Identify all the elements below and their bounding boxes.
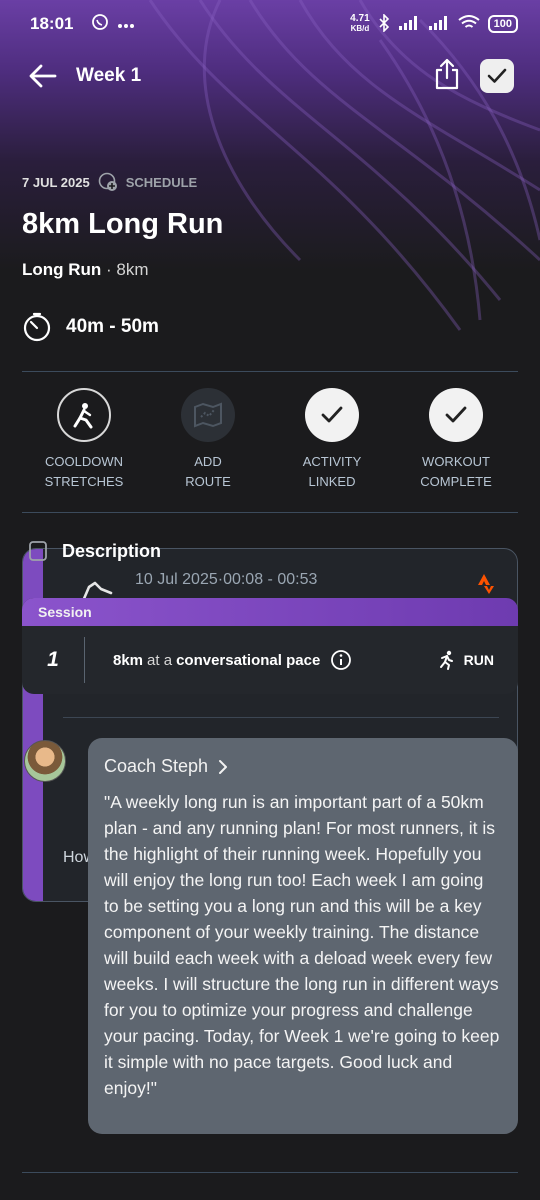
coach-name-link[interactable]: Coach Steph: [104, 756, 502, 777]
workout-complete-label-2: COMPLETE: [420, 474, 492, 489]
workout-complete-button[interactable]: WORKOUT COMPLETE: [394, 388, 518, 492]
sport-tag: RUN: [436, 650, 494, 670]
schedule-link[interactable]: SCHEDULE: [126, 175, 198, 190]
activity-datetime: 10 Jul 2025·00:08 - 00:53: [135, 571, 318, 588]
check-circle-icon: [429, 388, 483, 442]
page-header-title: Week 1: [76, 65, 142, 86]
share-icon: [435, 58, 459, 89]
session-number: 1: [47, 648, 59, 671]
network-speed-unit: KB/d: [350, 24, 370, 33]
session-divider: [84, 637, 85, 683]
network-speed: 4.71 KB/d: [350, 14, 369, 34]
workout-type: Long Run: [22, 260, 102, 279]
more-notifications-icon: [117, 14, 135, 34]
session-header: Session: [22, 598, 518, 626]
add-route-button[interactable]: ADD ROUTE: [146, 388, 270, 492]
coach-message: "A weekly long run is an important part …: [104, 792, 500, 1098]
workout-distance: · 8km: [106, 260, 149, 279]
coach-avatar[interactable]: [24, 740, 66, 782]
workout-title: 8km Long Run: [22, 208, 224, 240]
map-icon: [181, 388, 235, 442]
description-title: Description: [62, 540, 162, 561]
running-icon: [439, 650, 453, 670]
document-icon: [29, 541, 47, 561]
cooldown-label-2: STRETCHES: [44, 474, 124, 489]
app-bar: Week 1: [0, 50, 540, 102]
sport-label: RUN: [463, 652, 494, 668]
calendar-add-icon: [98, 172, 117, 191]
check-circle-icon: [305, 388, 359, 442]
signal-icon: [398, 15, 420, 34]
session-connector: at a: [147, 651, 173, 669]
workout-subtitle: Long Run · 8km: [22, 260, 149, 280]
session-description: 8km at a conversational pace: [113, 649, 352, 671]
add-route-label-1: ADD: [194, 454, 222, 469]
session-card[interactable]: Session 1 8km at a conversational pace R…: [22, 598, 518, 694]
add-route-label-2: ROUTE: [185, 474, 231, 489]
activity-linked-label-1: ACTIVITY: [302, 454, 362, 469]
mark-complete-button[interactable]: [480, 59, 514, 93]
battery-indicator: 100: [487, 15, 518, 33]
bluetooth-icon: [378, 12, 390, 35]
activity-linked-button[interactable]: ACTIVITY LINKED: [270, 388, 394, 492]
status-time: 18:01: [30, 14, 74, 33]
network-speed-value: 4.71: [350, 13, 370, 24]
coach-message-popover[interactable]: Coach Steph "A weekly long run is an imp…: [88, 738, 518, 1134]
workout-actions: COOLDOWN STRETCHES ADD ROUTE ACTIVITY LI…: [22, 388, 518, 492]
cooldown-label-1: COOLDOWN: [44, 454, 123, 469]
coach-name: Coach Steph: [104, 756, 209, 776]
signal-2-icon: [428, 15, 450, 34]
timer-icon: [23, 312, 51, 342]
divider: [22, 1172, 518, 1173]
divider: [22, 512, 518, 513]
share-button[interactable]: [434, 58, 460, 95]
chevron-right-icon: [219, 759, 228, 774]
workout-meta: 7 JUL 2025 SCHEDULE: [22, 172, 197, 192]
activity-linked-label-2: LINKED: [308, 474, 356, 489]
reschedule-button[interactable]: SCHEDULE: [98, 172, 198, 192]
wifi-icon: [458, 14, 480, 34]
workout-date: 7 JUL 2025: [22, 174, 90, 190]
strava-icon: [478, 574, 494, 594]
workout-duration: 40m - 50m: [22, 312, 159, 342]
card-divider: [63, 717, 499, 718]
session-distance: 8km: [113, 651, 144, 669]
stretch-icon: [57, 388, 111, 442]
whatsapp-icon: [91, 13, 109, 36]
description-header[interactable]: Description: [28, 540, 161, 562]
session-row[interactable]: 1 8km at a conversational pace RUN: [22, 626, 518, 694]
back-button[interactable]: [26, 59, 60, 93]
info-icon[interactable]: [330, 649, 352, 671]
duration-value: 40m - 50m: [66, 316, 159, 337]
arrow-left-icon: [29, 64, 57, 88]
checkmark-icon: [487, 68, 507, 83]
divider: [22, 371, 518, 372]
session-pace: conversational pace: [176, 651, 321, 669]
workout-complete-label-1: WORKOUT: [422, 454, 490, 469]
status-bar: 18:01 4.71 KB/d 100: [0, 0, 540, 48]
cooldown-stretches-button[interactable]: COOLDOWN STRETCHES: [22, 388, 146, 492]
